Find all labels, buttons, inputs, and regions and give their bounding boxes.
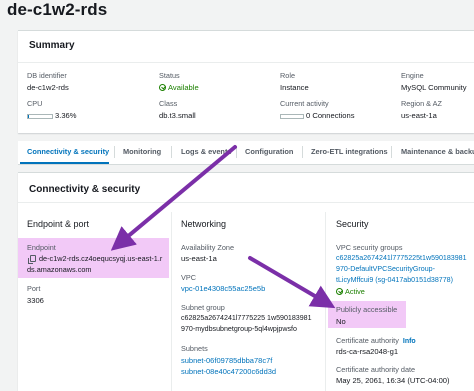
column-divider [325, 212, 326, 391]
active-tab-indicator [20, 162, 109, 164]
cpu-label: CPU [27, 99, 43, 108]
security-heading: Security [336, 219, 369, 229]
cpu-usage-bar [27, 114, 53, 119]
tab-maintenance-backups[interactable]: Maintenance & backups [401, 147, 474, 156]
status-value: Available [159, 83, 199, 92]
vpc-label: VPC [181, 273, 197, 282]
availability-zone-value: us-east-1a [181, 254, 217, 263]
subnets-label: Subnets [181, 344, 208, 353]
tab-configuration[interactable]: Configuration [245, 147, 293, 156]
tab-connectivity-security[interactable]: Connectivity & security [27, 147, 109, 156]
certificate-authority-label: Certificate authority Info [336, 336, 416, 345]
region-label: Region & AZ [401, 99, 442, 108]
engine-label: Engine [401, 71, 424, 80]
status-label: Status [159, 71, 180, 80]
subnet-group-value-line2: 970-mydbsubnetgroup-5ql4wpjpwsfo [181, 325, 297, 333]
summary-heading: Summary [29, 40, 75, 51]
subnet-group-label: Subnet group [181, 303, 225, 312]
cpu-usage-fill [28, 115, 29, 118]
security-group-status-text: Active [345, 287, 365, 296]
tab-separator [114, 146, 115, 158]
security-group-link-line3[interactable]: tLicyMffcui9 (sg-0417ab0151d38778) [336, 276, 453, 284]
column-divider [171, 212, 172, 391]
publicly-accessible-label: Publicly accessible [336, 305, 398, 314]
security-group-status: Active [336, 287, 365, 296]
connectivity-divider [18, 202, 474, 203]
endpoint-port-heading: Endpoint & port [27, 219, 90, 229]
certificate-authority-date-value: May 25, 2061, 16:34 (UTC-04:00) [336, 376, 450, 385]
availability-zone-label: Availability Zone [181, 243, 234, 252]
publicly-accessible-value: No [336, 317, 346, 326]
networking-heading: Networking [181, 219, 227, 229]
security-group-link-line1[interactable]: c62825a2674241l7775225t1w590183981 [336, 254, 467, 262]
subnet-link[interactable]: subnet-08e40c47200c6dd3d [181, 367, 276, 376]
tab-separator [302, 146, 303, 158]
vpc-security-groups-label: VPC security groups [336, 243, 403, 252]
endpoint-label: Endpoint [27, 243, 56, 252]
check-circle-icon [336, 288, 343, 295]
endpoint-text: de-c1w2-rds.cz4oequcsyqj.us-east-1.r [39, 254, 163, 263]
status-text: Available [168, 83, 199, 92]
port-label: Port [27, 284, 41, 293]
endpoint-value-line1[interactable]: de-c1w2-rds.cz4oequcsyqj.us-east-1.r [28, 254, 163, 264]
check-circle-icon [159, 84, 166, 91]
tab-logs-events[interactable]: Logs & events [181, 147, 232, 156]
tab-zero-etl[interactable]: Zero-ETL integrations [311, 147, 388, 156]
tab-monitoring[interactable]: Monitoring [123, 147, 161, 156]
current-activity-value: 0 Connections [306, 111, 355, 120]
db-identifier-value: de-c1w2-rds [27, 83, 69, 92]
engine-value: MySQL Community [401, 83, 467, 92]
page-title: de-c1w2-rds [7, 0, 108, 19]
security-group-link-line2[interactable]: 970-DefaultVPCSecurityGroup- [336, 265, 435, 273]
cpu-value: 3.36% [55, 111, 77, 120]
summary-divider [18, 62, 474, 63]
connections-bar [280, 114, 304, 119]
role-value: Instance [280, 83, 309, 92]
role-label: Role [280, 71, 296, 80]
tab-separator [391, 146, 392, 158]
subnet-group-value-line1: c62825a2674241l7775225 1w590183981 [181, 314, 312, 322]
current-activity-label: Current activity [280, 99, 329, 108]
subnet-link[interactable]: subnet-06f09785dbba78c7f [181, 356, 272, 365]
region-value: us-east-1a [401, 111, 437, 120]
vpc-link[interactable]: vpc-01e4308c55ac25e5b [181, 284, 265, 293]
port-value: 3306 [27, 296, 44, 305]
endpoint-value-line2: ds.amazonaws.com [27, 265, 92, 274]
tab-separator [236, 146, 237, 158]
certificate-authority-label-text: Certificate authority [336, 336, 399, 345]
class-label: Class [159, 99, 178, 108]
certificate-authority-date-label: Certificate authority date [336, 365, 416, 374]
certificate-authority-value: rds-ca-rsa2048-g1 [336, 347, 399, 356]
connectivity-heading: Connectivity & security [29, 184, 141, 195]
certificate-authority-info-link[interactable]: Info [403, 338, 416, 345]
db-identifier-label: DB identifier [27, 71, 67, 80]
tab-separator [171, 146, 172, 158]
copy-icon[interactable] [28, 255, 36, 264]
class-value: db.t3.small [159, 111, 196, 120]
